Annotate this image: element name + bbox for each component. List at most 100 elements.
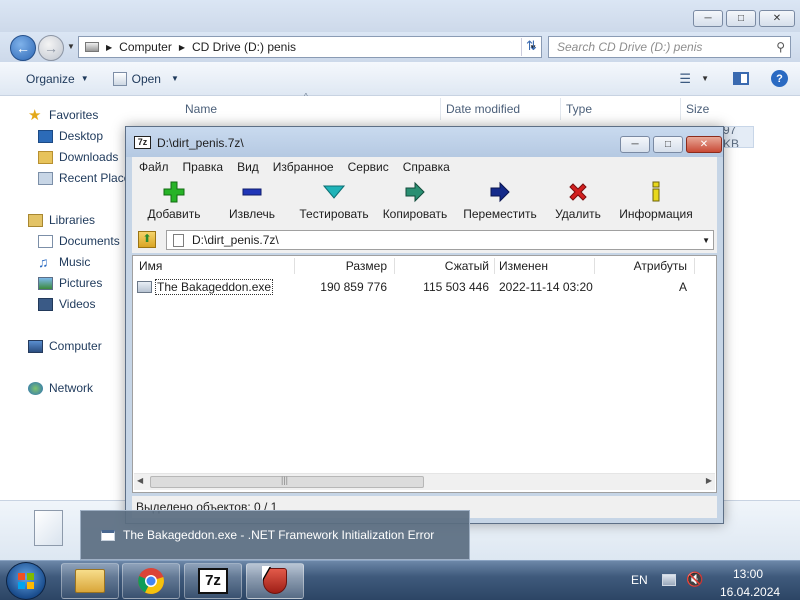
sidebar-label: Computer: [49, 339, 102, 353]
move-button[interactable]: Переместить: [460, 177, 540, 227]
sidebar-item-libraries[interactable]: Libraries: [28, 211, 95, 229]
list-header-attributes[interactable]: Атрибуты: [595, 256, 687, 276]
delete-button[interactable]: Удалить: [552, 177, 604, 227]
sevenzip-title: D:\dirt_penis.7z\: [157, 136, 244, 150]
address-bar[interactable]: ▶ Computer ▶ CD Drive (D:) penis ▼ ⇅: [78, 36, 542, 58]
forward-button[interactable]: →: [38, 35, 64, 61]
preview-pane-icon[interactable]: [733, 72, 749, 85]
sevenzip-app-icon: 7z: [134, 136, 151, 149]
taskbar-thumbnail-popup[interactable]: The Bakageddon.exe - .NET Framework Init…: [80, 510, 470, 560]
navigation-pane: ★ Favorites Desktop Downloads Recent Plac…: [0, 97, 130, 517]
taskbar-7zip-button[interactable]: 7z: [184, 563, 242, 599]
language-indicator[interactable]: EN: [631, 573, 648, 587]
breadcrumb-computer[interactable]: Computer: [119, 40, 172, 54]
column-header-type[interactable]: Type: [566, 98, 592, 120]
downloads-folder-icon: [38, 150, 53, 164]
extract-minus-icon: [242, 188, 262, 196]
row-name-cell: The Bakageddon.exe: [137, 278, 274, 296]
refresh-icon[interactable]: ⇅: [521, 38, 541, 56]
network-tray-icon[interactable]: [662, 574, 676, 586]
up-folder-icon[interactable]: ⬆: [138, 231, 156, 248]
back-arrow-icon: ←: [16, 40, 30, 56]
scroll-left-icon[interactable]: ◀: [137, 476, 143, 485]
back-button[interactable]: ←: [10, 35, 36, 61]
maximize-button[interactable]: □: [726, 10, 756, 27]
column-header-name[interactable]: Name: [185, 98, 217, 120]
view-options-icon[interactable]: ☰: [679, 71, 691, 87]
list-header-size[interactable]: Размер: [295, 256, 387, 276]
maximize-icon: □: [664, 139, 672, 150]
scrollbar-thumb[interactable]: |||: [150, 475, 424, 488]
sidebar-item-computer[interactable]: Computer: [28, 337, 102, 355]
sidebar-item-network[interactable]: Network: [28, 379, 93, 397]
move-label: Переместить: [463, 207, 537, 221]
exe-file-icon: [137, 281, 152, 293]
list-header-packed[interactable]: Сжатый: [395, 256, 489, 276]
list-header-modified[interactable]: Изменен: [499, 256, 548, 276]
sevenzip-close-button[interactable]: ✕: [686, 136, 722, 153]
close-button[interactable]: ✕: [759, 10, 795, 27]
search-input[interactable]: Search CD Drive (D:) penis ⚲: [548, 36, 791, 58]
breadcrumb-drive[interactable]: CD Drive (D:) penis: [192, 40, 296, 54]
windows-logo-icon: [18, 573, 34, 589]
search-icon: ⚲: [776, 40, 785, 54]
menu-help[interactable]: Справка: [396, 160, 457, 174]
clock-date[interactable]: 16.04.2024: [720, 585, 780, 599]
test-button[interactable]: Тестировать: [294, 177, 374, 227]
sevenzip-path-input[interactable]: D:\dirt_penis.7z\ ▼: [166, 230, 714, 250]
column-header-size[interactable]: Size: [686, 98, 709, 120]
sidebar-item-documents[interactable]: Documents: [38, 232, 120, 250]
clock-time[interactable]: 13:00: [733, 567, 763, 581]
recent-pages-dropdown[interactable]: ▼: [67, 42, 75, 51]
column-header-date-modified[interactable]: Date modified: [446, 98, 520, 120]
column-divider: [680, 98, 681, 120]
info-button[interactable]: Информация: [616, 177, 696, 227]
info-label: Информация: [619, 207, 693, 221]
volume-muted-icon[interactable]: 🔇: [686, 571, 703, 588]
taskbar-explorer-button[interactable]: [61, 563, 119, 599]
start-button[interactable]: [6, 562, 46, 600]
chevron-down-icon[interactable]: ▼: [702, 236, 710, 245]
add-button[interactable]: Добавить: [142, 177, 206, 227]
sidebar-item-downloads[interactable]: Downloads: [38, 148, 118, 166]
grip-icon: |||: [281, 475, 289, 485]
sidebar-label: Documents: [59, 234, 120, 248]
help-icon[interactable]: ?: [771, 70, 788, 87]
sidebar-item-recent-places[interactable]: Recent Place: [38, 169, 130, 187]
menu-file[interactable]: Файл: [132, 160, 176, 174]
sevenzip-address-row: ⬆ D:\dirt_penis.7z\ ▼: [132, 227, 717, 253]
menu-favorites[interactable]: Избранное: [266, 160, 341, 174]
maximize-icon: □: [737, 13, 745, 24]
sidebar-label: Videos: [59, 297, 96, 311]
sidebar-item-desktop[interactable]: Desktop: [38, 127, 103, 145]
sidebar-item-videos[interactable]: Videos: [38, 295, 95, 313]
horizontal-scrollbar[interactable]: ◀ ||| ▶: [134, 473, 715, 490]
computer-icon: [28, 339, 43, 353]
sidebar-item-music[interactable]: ♫ Music: [38, 253, 90, 271]
popup-title: The Bakageddon.exe - .NET Framework Init…: [123, 528, 435, 542]
copy-button[interactable]: Копировать: [380, 177, 450, 227]
minimize-button[interactable]: ─: [693, 10, 723, 27]
sevenzip-maximize-button[interactable]: □: [653, 136, 683, 153]
sidebar-item-favorites[interactable]: ★ Favorites: [28, 106, 98, 124]
menu-tools[interactable]: Сервис: [341, 160, 396, 174]
sevenzip-minimize-button[interactable]: ─: [620, 136, 650, 153]
scroll-right-icon[interactable]: ▶: [706, 476, 712, 485]
menu-view[interactable]: Вид: [230, 160, 266, 174]
row-attributes: A: [678, 280, 687, 294]
organize-button[interactable]: Organize ▼: [0, 72, 99, 86]
list-header-name[interactable]: Имя: [139, 256, 162, 276]
libraries-icon: [28, 213, 43, 227]
taskbar-error-app-button[interactable]: [246, 563, 304, 599]
sevenzip-window-controls: ─ □ ✕: [617, 136, 722, 153]
menu-edit[interactable]: Правка: [176, 160, 231, 174]
row-name: The Bakageddon.exe: [155, 279, 274, 295]
taskbar-chrome-button[interactable]: [122, 563, 180, 599]
extract-button[interactable]: Извлечь: [224, 177, 280, 227]
sidebar-item-pictures[interactable]: Pictures: [38, 274, 102, 292]
chevron-down-icon[interactable]: ▼: [701, 74, 709, 83]
videos-icon: [38, 297, 53, 311]
sidebar-label: Network: [49, 381, 94, 395]
chrome-icon: [138, 568, 164, 594]
open-button[interactable]: Open ▼: [99, 71, 189, 86]
